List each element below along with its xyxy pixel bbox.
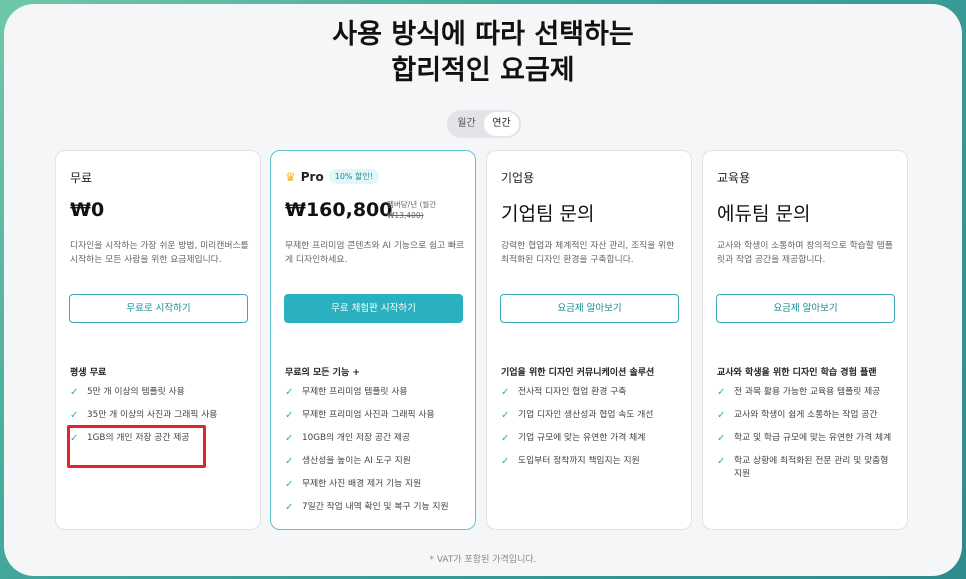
list-item: ✓ 전사적 디자인 협업 환경 구축 <box>501 386 683 399</box>
plan-title-text: 기업용 <box>501 171 535 185</box>
list-item: ✓ 기업 디자인 생산성과 협업 속도 개선 <box>501 409 683 422</box>
plan-title: 기업용 <box>501 169 534 186</box>
features-title: 기업을 위한 디자인 커뮤니케이션 솔루션 <box>501 368 655 378</box>
start-trial-button[interactable]: 무료 체험판 시작하기 <box>284 294 463 323</box>
check-icon: ✓ <box>285 456 294 467</box>
plan-title-text: Pro <box>300 169 324 184</box>
price-original: ₩13,400) <box>387 211 424 220</box>
plan-title-text: 무료 <box>70 171 93 185</box>
check-icon: ✓ <box>285 479 294 490</box>
feature-text: 10GB의 개인 저장 공간 제공 <box>302 433 411 443</box>
check-icon: ✓ <box>717 456 726 467</box>
toggle-monthly[interactable]: 월간 <box>449 112 484 136</box>
price-note-text: 멤버당/년 (월간 <box>387 200 437 209</box>
feature-text: 기업 디자인 생산성과 협업 속도 개선 <box>518 410 654 420</box>
feature-text: 무제한 프리미엄 사진과 그래픽 사용 <box>302 410 435 420</box>
feature-text: 기업 규모에 맞는 유연한 가격 체계 <box>518 433 646 443</box>
plan-price: 에듀팀 문의 <box>717 203 811 225</box>
list-item: ✓ 무제한 프리미엄 사진과 그래픽 사용 <box>285 409 467 422</box>
feature-text: 학교 및 학급 규모에 맞는 유연한 가격 체계 <box>734 433 892 443</box>
feature-text: 5만 개 이상의 템플릿 사용 <box>87 387 185 397</box>
check-icon: ✓ <box>501 456 510 467</box>
check-icon: ✓ <box>501 410 510 421</box>
plan-description: 디자인을 시작하는 가장 쉬운 방법, 미리캔버스를 시작하는 모든 사람을 위… <box>70 241 249 265</box>
feature-text: 생산성을 높이는 AI 도구 지원 <box>302 456 411 466</box>
feature-text: 전 과목 활용 가능한 교육용 템플릿 제공 <box>734 387 881 397</box>
plan-description: 강력한 협업과 체계적인 자산 관리, 조직을 위한 최적화된 디자인 환경을 … <box>501 241 675 265</box>
view-plans-button[interactable]: 요금제 알아보기 <box>716 294 895 323</box>
start-free-button[interactable]: 무료로 시작하기 <box>69 294 248 323</box>
feature-text: 7일간 작업 내역 확인 및 복구 기능 지원 <box>302 502 449 512</box>
check-icon: ✓ <box>717 387 726 398</box>
check-icon: ✓ <box>285 410 294 421</box>
plan-card-free: 무료 ₩0 디자인을 시작하는 가장 쉬운 방법, 미리캔버스를 시작하는 모든… <box>55 150 261 530</box>
page-title-line1: 사용 방식에 따라 선택하는 <box>332 19 634 50</box>
vat-note: * VAT가 포함된 가격입니다. <box>429 555 537 565</box>
feature-text: 무제한 사진 배경 제거 기능 지원 <box>302 479 422 489</box>
crown-icon: ♛ <box>285 169 296 184</box>
list-item: ✓ 35만 개 이상의 사진과 그래픽 사용 <box>70 409 252 422</box>
plan-price: ₩160,800 <box>285 199 393 221</box>
features-title: 무료의 모든 기능 + <box>285 368 360 378</box>
feature-text: 도입부터 정착까지 책임지는 지원 <box>518 456 640 466</box>
plan-card-business: 기업용 기업팀 문의 강력한 협업과 체계적인 자산 관리, 조직을 위한 최적… <box>486 150 692 530</box>
check-icon: ✓ <box>285 387 294 398</box>
feature-list: ✓ 전사적 디자인 협업 환경 구축 ✓ 기업 디자인 생산성과 협업 속도 개선 … <box>501 386 683 478</box>
feature-text: 학교 상황에 최적화된 전문 관리 및 맞춤형 지원 <box>734 456 889 479</box>
plan-card-pro: ♛ Pro 10% 할인! ₩160,800 멤버당/년 (월간 ₩13,400… <box>270 150 476 530</box>
feature-text: 전사적 디자인 협업 환경 구축 <box>518 387 627 397</box>
check-icon: ✓ <box>70 387 79 398</box>
feature-text: 교사와 학생이 쉽게 소통하는 작업 공간 <box>734 410 878 420</box>
check-icon: ✓ <box>501 387 510 398</box>
features-title: 교사와 학생을 위한 디자인 학습 경험 플랜 <box>717 368 877 378</box>
plan-price: 기업팀 문의 <box>501 203 595 225</box>
list-item: ✓ 교사와 학생이 쉽게 소통하는 작업 공간 <box>717 409 899 422</box>
list-item: ✓ 5만 개 이상의 템플릿 사용 <box>70 386 252 399</box>
list-item: ✓ 생산성을 높이는 AI 도구 지원 <box>285 455 467 468</box>
list-item: ✓ 무제한 사진 배경 제거 기능 지원 <box>285 478 467 491</box>
feature-text: 35만 개 이상의 사진과 그래픽 사용 <box>87 410 218 420</box>
page-title-line2: 합리적인 요금제 <box>391 55 575 86</box>
price-note: 멤버당/년 (월간 ₩13,400) <box>387 199 436 221</box>
billing-period-toggle[interactable]: 월간 연간 <box>447 110 521 138</box>
list-item: ✓ 10GB의 개인 저장 공간 제공 <box>285 432 467 445</box>
plan-price: ₩0 <box>70 199 105 221</box>
check-icon: ✓ <box>285 433 294 444</box>
list-item: ✓ 7일간 작업 내역 확인 및 복구 기능 지원 <box>285 501 467 514</box>
plan-title: 교육용 <box>717 169 750 186</box>
check-icon: ✓ <box>717 433 726 444</box>
plan-card-education: 교육용 에듀팀 문의 교사와 학생이 소통하며 창의적으로 학습할 템플릿과 작… <box>702 150 908 530</box>
check-icon: ✓ <box>717 410 726 421</box>
list-item: ✓ 학교 및 학급 규모에 맞는 유연한 가격 체계 <box>717 432 899 445</box>
toggle-yearly[interactable]: 연간 <box>484 112 519 136</box>
features-title: 평생 무료 <box>70 368 107 378</box>
list-item: ✓ 학교 상황에 최적화된 전문 관리 및 맞춤형 지원 <box>717 455 899 481</box>
plan-description: 무제한 프리미엄 콘텐츠와 AI 기능으로 쉽고 빠르게 디자인하세요. <box>285 241 465 265</box>
check-icon: ✓ <box>285 502 294 513</box>
plan-description: 교사와 학생이 소통하며 창의적으로 학습할 템플릿과 작업 공간을 제공합니다… <box>717 241 893 265</box>
discount-badge: 10% 할인! <box>328 169 379 184</box>
list-item: ✓ 기업 규모에 맞는 유연한 가격 체계 <box>501 432 683 445</box>
view-plans-button[interactable]: 요금제 알아보기 <box>500 294 679 323</box>
list-item: ✓ 도입부터 정착까지 책임지는 지원 <box>501 455 683 468</box>
check-icon: ✓ <box>501 433 510 444</box>
plan-title: 무료 <box>70 169 92 186</box>
plan-title-text: 교육용 <box>717 171 751 185</box>
plan-title: ♛ Pro 10% 할인! <box>285 169 379 184</box>
list-item: ✓ 무제한 프리미엄 템플릿 사용 <box>285 386 467 399</box>
feature-list: ✓ 전 과목 활용 가능한 교육용 템플릿 제공 ✓ 교사와 학생이 쉽게 소통하는… <box>717 386 899 491</box>
feature-text: 무제한 프리미엄 템플릿 사용 <box>302 387 408 397</box>
check-icon: ✓ <box>70 410 79 421</box>
highlight-box <box>67 425 206 468</box>
feature-list: ✓ 무제한 프리미엄 템플릿 사용 ✓ 무제한 프리미엄 사진과 그래픽 사용 ✓ 1… <box>285 386 467 524</box>
list-item: ✓ 전 과목 활용 가능한 교육용 템플릿 제공 <box>717 386 899 399</box>
